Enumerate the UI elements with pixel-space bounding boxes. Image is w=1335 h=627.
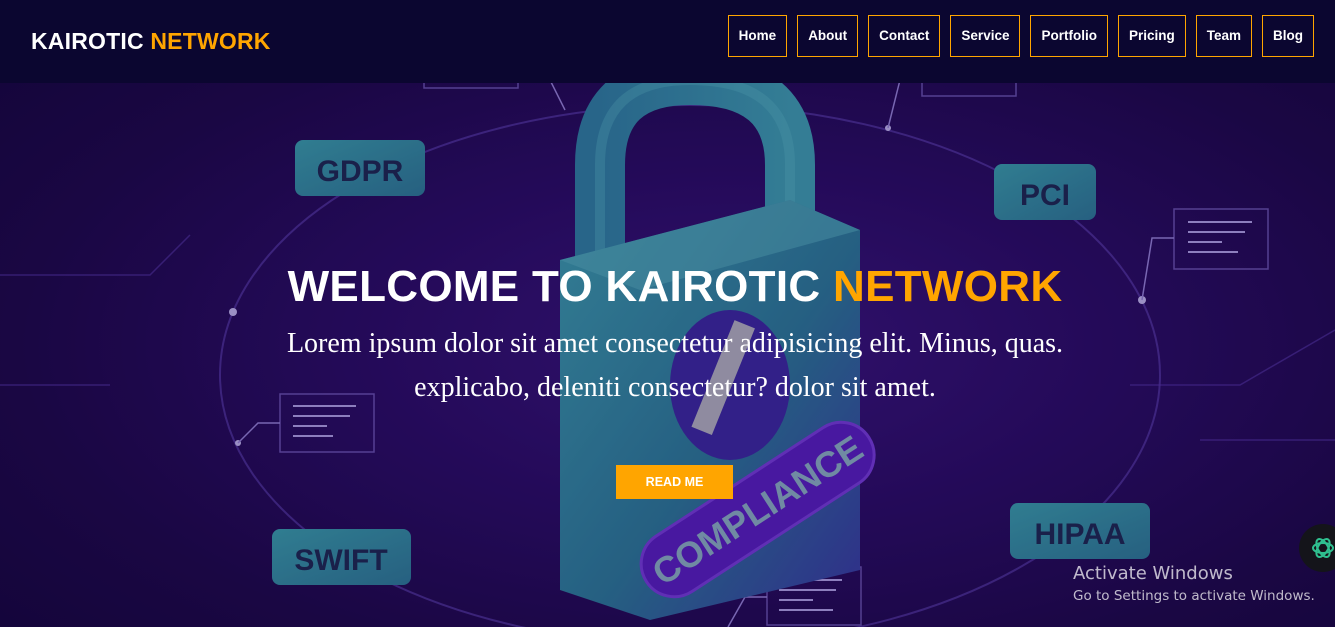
extension-button[interactable] <box>1299 524 1335 572</box>
watermark-title: Activate Windows <box>1073 563 1233 584</box>
hero-title-part2: NETWORK <box>833 262 1063 311</box>
nav-contact[interactable]: Contact <box>868 15 941 57</box>
hero-overlay <box>0 0 1335 627</box>
nav-portfolio[interactable]: Portfolio <box>1030 15 1108 57</box>
watermark-subtitle: Go to Settings to activate Windows. <box>1073 588 1315 604</box>
read-me-button[interactable]: READ ME <box>616 465 733 499</box>
nav-team[interactable]: Team <box>1195 15 1252 57</box>
hero-lead-text: Lorem ipsum dolor sit amet consectetur a… <box>286 328 1064 403</box>
nav-menu: Home About Contact Service Portfolio Pri… <box>727 15 1314 57</box>
nav-about[interactable]: About <box>797 15 859 57</box>
nav-service[interactable]: Service <box>950 15 1021 57</box>
brand-logo[interactable]: KAIROTIC NETWORK <box>31 28 271 55</box>
brand-word-1: KAIROTIC <box>31 28 144 54</box>
navbar: KAIROTIC NETWORK Home About Contact Serv… <box>0 0 1335 83</box>
hero-title: WELCOME TO KAIROTIC NETWORK <box>0 262 1335 312</box>
openai-logo-icon <box>1312 537 1334 559</box>
hero-section: COMPLIANCE GDPR PCI SWIFT HIPAA WELCOME … <box>0 0 1335 627</box>
activate-windows-watermark: Activate Windows Go to Settings to activ… <box>1073 563 1315 604</box>
nav-pricing[interactable]: Pricing <box>1117 15 1186 57</box>
brand-word-2: NETWORK <box>150 28 271 54</box>
nav-home[interactable]: Home <box>727 15 788 57</box>
nav-blog[interactable]: Blog <box>1262 15 1314 57</box>
hero-title-part1: WELCOME TO KAIROTIC <box>287 262 821 311</box>
